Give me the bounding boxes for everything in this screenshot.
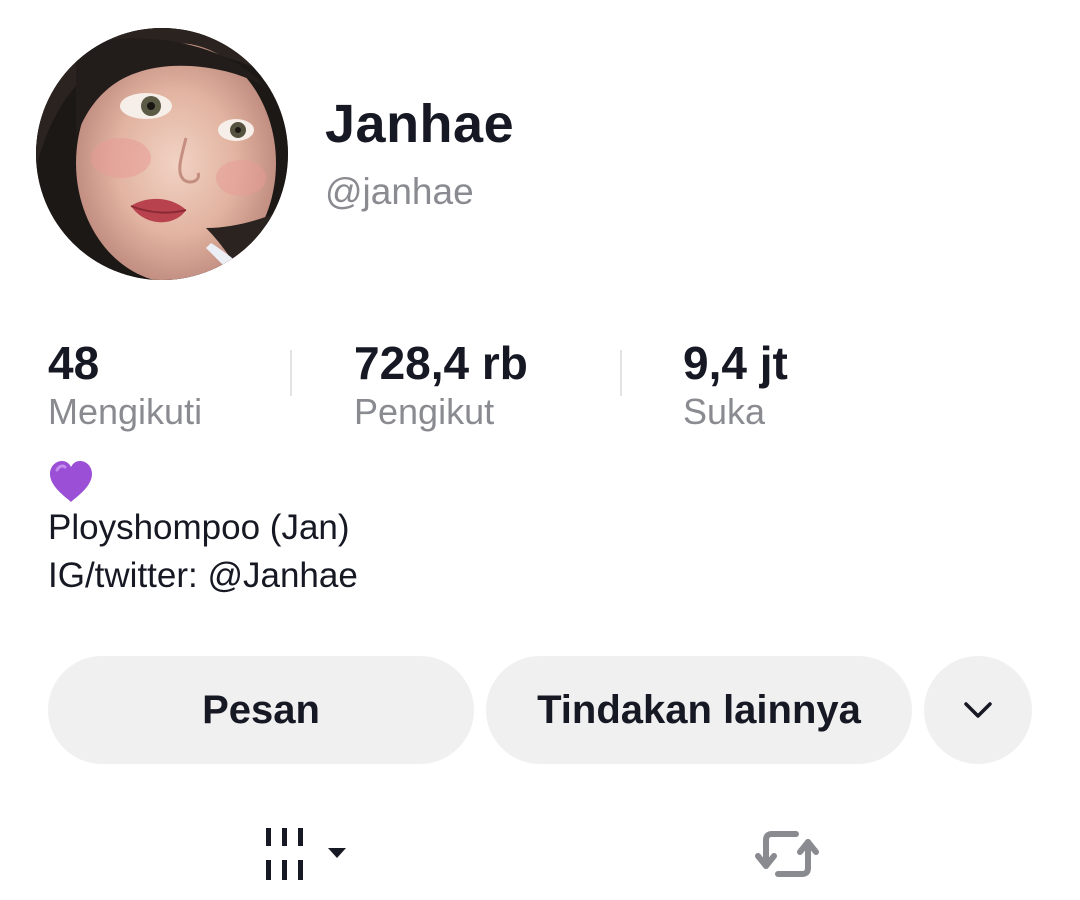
stat-following-value: 48 xyxy=(48,337,100,389)
purple-heart-icon xyxy=(50,461,92,502)
tab-videos[interactable] xyxy=(262,822,352,891)
bio-line: Ployshompoo (Jan) xyxy=(48,508,350,547)
stat-likes-value: 9,4 jt xyxy=(683,337,788,389)
bio-line: IG/twitter: @Janhae xyxy=(48,556,358,595)
dropdown-button[interactable] xyxy=(924,656,1032,764)
stat-divider xyxy=(290,350,292,396)
tab-reposts[interactable] xyxy=(752,822,822,891)
stat-following[interactable]: 48 Mengikuti xyxy=(48,336,202,434)
stat-following-label: Mengikuti xyxy=(48,391,203,432)
avatar[interactable] xyxy=(36,28,288,280)
display-name: Janhae xyxy=(325,94,515,154)
chevron-down-icon xyxy=(964,702,992,718)
message-button[interactable]: Pesan xyxy=(48,656,474,764)
bio: Ployshompoo (Jan) IG/twitter: @Janhae xyxy=(48,460,358,600)
repost-icon xyxy=(755,831,819,877)
stat-followers[interactable]: 728,4 rb Pengikut xyxy=(354,336,528,434)
stat-likes-label: Suka xyxy=(683,391,766,432)
stat-divider xyxy=(620,350,622,396)
stat-likes[interactable]: 9,4 jt Suka xyxy=(683,336,788,434)
caret-down-icon xyxy=(328,848,346,858)
profile-photo xyxy=(36,28,288,280)
grid-videos-icon xyxy=(266,828,346,880)
username: @janhae xyxy=(325,171,474,212)
stat-followers-label: Pengikut xyxy=(354,391,495,432)
more-actions-button[interactable]: Tindakan lainnya xyxy=(486,656,912,764)
stat-followers-value: 728,4 rb xyxy=(354,337,528,389)
